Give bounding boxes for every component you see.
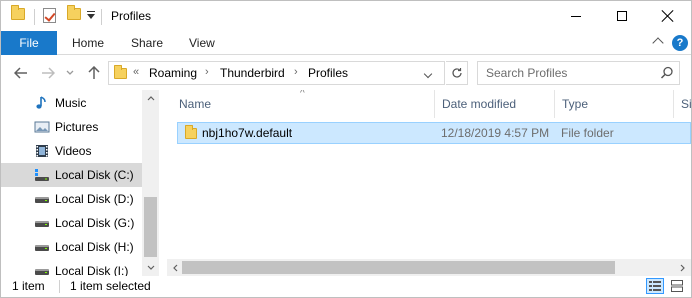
videos-icon bbox=[36, 145, 48, 157]
file-date-modified: 12/18/2019 4:57 PM bbox=[441, 126, 550, 140]
back-button[interactable] bbox=[12, 64, 30, 82]
overflow-chevron[interactable]: « bbox=[133, 66, 139, 78]
file-list-pane: ^ Name Date modified Type Size nbj1ho7w.… bbox=[167, 90, 691, 276]
horizontal-scrollbar[interactable] bbox=[167, 259, 691, 276]
folder-icon bbox=[11, 5, 25, 20]
nav-item-label: Local Disk (H:) bbox=[55, 240, 134, 254]
scroll-right-icon[interactable] bbox=[674, 259, 691, 276]
ribbon-tabs: File Home Share View ? bbox=[1, 31, 691, 55]
nav-item-local-disk-h[interactable]: Local Disk (H:) bbox=[1, 235, 142, 259]
breadcrumb-separator[interactable]: › bbox=[205, 66, 209, 78]
address-dropdown-icon[interactable] bbox=[423, 69, 433, 79]
status-bar: 1 item 1 item selected bbox=[1, 276, 691, 297]
minimize-icon bbox=[571, 15, 581, 17]
breadcrumb-separator[interactable]: › bbox=[294, 66, 298, 78]
window-title: Profiles bbox=[111, 9, 152, 23]
folder-icon bbox=[114, 65, 127, 79]
column-header-type[interactable]: Type bbox=[555, 90, 674, 118]
maximize-icon bbox=[617, 11, 627, 21]
arrow-right-icon bbox=[42, 67, 55, 79]
large-icons-view-icon bbox=[671, 280, 683, 292]
arrow-left-icon bbox=[14, 67, 27, 79]
scrollbar-thumb[interactable] bbox=[144, 197, 157, 257]
search-box[interactable] bbox=[477, 61, 680, 85]
folder-icon bbox=[185, 125, 197, 139]
nav-scrollbar[interactable] bbox=[142, 90, 159, 276]
selected-count: 1 item selected bbox=[70, 279, 151, 293]
address-row: « Roaming › Thunderbird › Profiles bbox=[1, 56, 691, 90]
column-header-size[interactable]: Size bbox=[674, 90, 691, 118]
refresh-button[interactable] bbox=[446, 61, 468, 85]
search-input[interactable] bbox=[478, 62, 658, 84]
nav-item-label: Local Disk (C:) bbox=[55, 168, 134, 182]
up-button[interactable] bbox=[85, 64, 103, 82]
close-button[interactable] bbox=[645, 1, 691, 31]
refresh-icon bbox=[451, 68, 462, 78]
chevron-down-icon bbox=[66, 70, 74, 75]
toolbar-divider bbox=[101, 9, 102, 25]
nav-item-pictures[interactable]: Pictures bbox=[1, 115, 142, 139]
address-bar[interactable]: « Roaming › Thunderbird › Profiles bbox=[108, 61, 445, 85]
tab-share[interactable]: Share bbox=[131, 31, 163, 55]
nav-item-label: Local Disk (D:) bbox=[55, 192, 134, 206]
nav-item-label: Local Disk (G:) bbox=[55, 216, 135, 230]
tab-file[interactable]: File bbox=[1, 31, 57, 55]
drive-icon bbox=[35, 245, 49, 251]
explorer-window: Profiles File Home Share View ? « Roamin… bbox=[0, 0, 692, 298]
arrow-up-icon bbox=[88, 66, 100, 79]
close-icon bbox=[662, 10, 674, 22]
file-type: File folder bbox=[561, 126, 614, 140]
details-view-button[interactable] bbox=[646, 278, 664, 294]
nav-item-label: Videos bbox=[55, 144, 92, 158]
system-drive-icon bbox=[35, 169, 49, 181]
forward-button[interactable] bbox=[39, 64, 57, 82]
scroll-down-icon[interactable] bbox=[142, 259, 159, 276]
nav-item-videos[interactable]: Videos bbox=[1, 139, 142, 163]
column-header-date-modified[interactable]: Date modified bbox=[435, 90, 555, 118]
breadcrumb-thunderbird[interactable]: Thunderbird bbox=[220, 66, 285, 80]
search-icon[interactable] bbox=[660, 66, 674, 80]
nav-item-local-disk-d[interactable]: Local Disk (D:) bbox=[1, 187, 142, 211]
file-row[interactable]: nbj1ho7w.default 12/18/2019 4:57 PM File… bbox=[177, 122, 691, 144]
nav-item-local-disk-c[interactable]: Local Disk (C:) bbox=[1, 163, 142, 187]
nav-item-label: Music bbox=[55, 96, 87, 110]
nav-item-music[interactable]: Music bbox=[1, 91, 142, 115]
drive-icon bbox=[35, 197, 49, 203]
customize-toolbar-icon[interactable] bbox=[87, 11, 95, 19]
nav-item-label: Pictures bbox=[55, 120, 99, 134]
recent-locations-button[interactable] bbox=[61, 64, 79, 82]
nav-item-local-disk-g[interactable]: Local Disk (G:) bbox=[1, 211, 142, 235]
file-name: nbj1ho7w.default bbox=[202, 126, 293, 140]
breadcrumb-profiles[interactable]: Profiles bbox=[308, 66, 348, 80]
chevron-up-icon[interactable] bbox=[652, 37, 664, 49]
tab-home[interactable]: Home bbox=[72, 31, 104, 55]
breadcrumb-roaming[interactable]: Roaming bbox=[149, 66, 197, 80]
help-button[interactable]: ? bbox=[672, 35, 688, 51]
navigation-pane: Music Pictures Videos Local Disk (C:) Lo… bbox=[1, 90, 159, 276]
minimize-button[interactable] bbox=[553, 1, 599, 31]
tab-view[interactable]: View bbox=[189, 31, 215, 55]
new-folder-icon[interactable] bbox=[67, 5, 81, 20]
scroll-up-icon[interactable] bbox=[142, 90, 159, 107]
status-divider bbox=[59, 280, 60, 293]
drive-icon bbox=[35, 269, 49, 275]
music-icon bbox=[36, 96, 46, 109]
nav-item-local-disk-i[interactable]: Local Disk (I:) bbox=[1, 259, 142, 276]
drive-icon bbox=[35, 221, 49, 227]
column-header-name[interactable]: Name bbox=[172, 90, 435, 118]
large-icons-view-button[interactable] bbox=[668, 278, 686, 294]
maximize-button[interactable] bbox=[599, 1, 645, 31]
nav-item-label: Local Disk (I:) bbox=[55, 264, 129, 276]
properties-icon[interactable] bbox=[43, 8, 56, 23]
details-view-icon bbox=[649, 281, 661, 291]
scrollbar-thumb[interactable] bbox=[182, 261, 615, 274]
pictures-icon bbox=[34, 121, 50, 133]
toolbar-divider bbox=[34, 9, 35, 25]
title-bar: Profiles bbox=[1, 1, 691, 31]
item-count: 1 item bbox=[12, 279, 45, 293]
